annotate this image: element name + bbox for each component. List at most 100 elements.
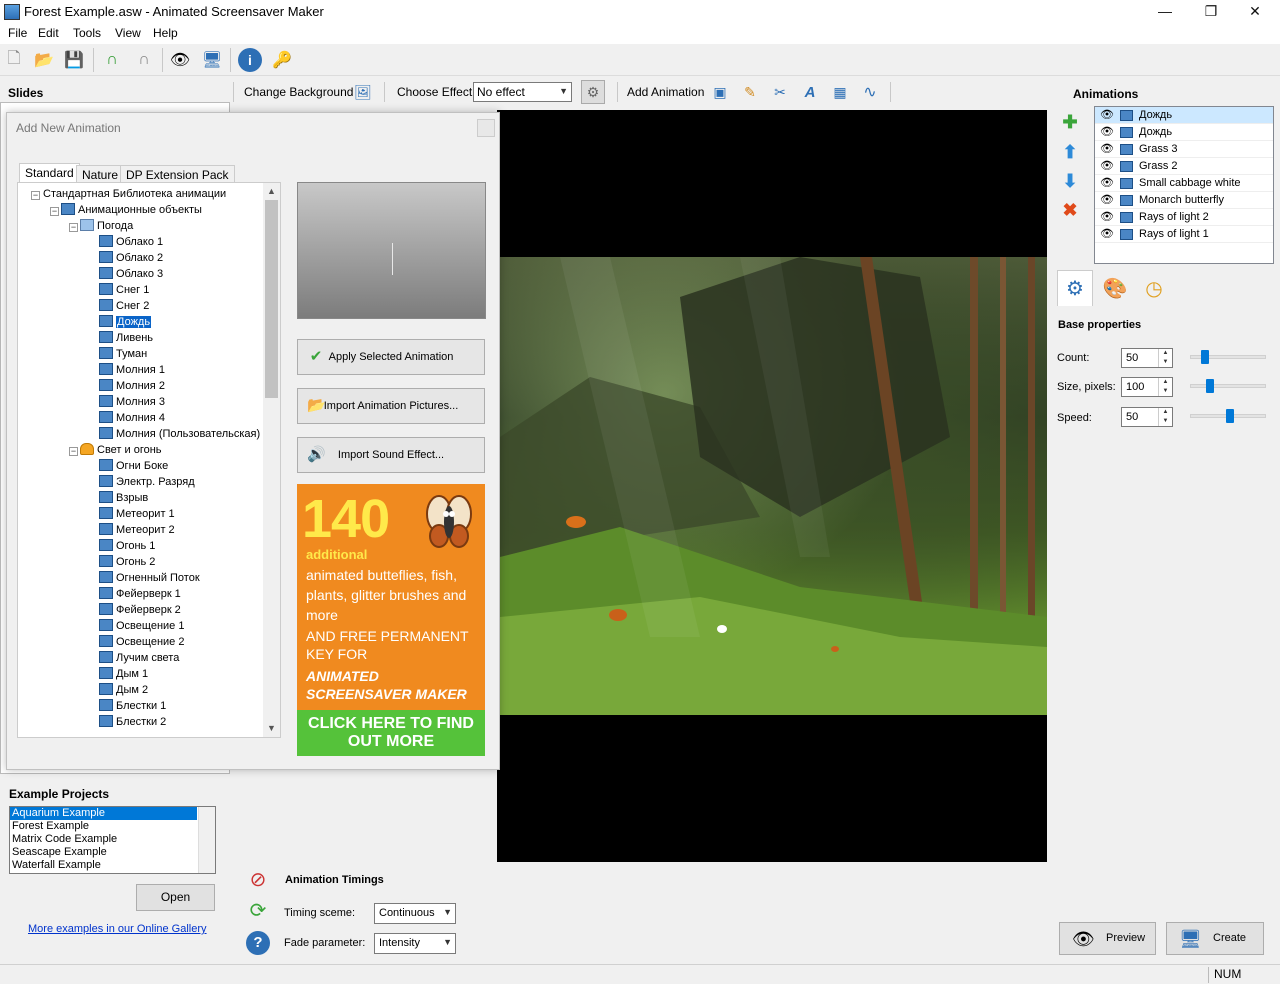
tree-leaf-item[interactable]: Снег 2	[99, 298, 149, 314]
visibility-eye-icon[interactable]: 👁	[1100, 209, 1114, 226]
effect-dropdown[interactable]: No effect ▼	[473, 82, 572, 102]
menu-view[interactable]: View	[115, 26, 141, 40]
minimize-button[interactable]: —	[1142, 0, 1188, 24]
timing-scheme-dropdown[interactable]: Continuous ▼	[374, 903, 456, 924]
tree-leaf-item[interactable]: Молния 1	[99, 362, 165, 378]
wave-icon[interactable]: ∿	[858, 80, 882, 104]
menu-help[interactable]: Help	[153, 26, 178, 40]
move-down-arrow-icon[interactable]: ⬇	[1060, 171, 1080, 191]
collapse-toggle[interactable]: −	[69, 447, 78, 456]
tree-leaf-item[interactable]: Фейерверк 2	[99, 602, 181, 618]
tree-leaf-item[interactable]: Огненный Поток	[99, 570, 200, 586]
tree-leaf-item[interactable]: Блестки 1	[99, 698, 166, 714]
tree-node[interactable]: Анимационные объекты	[61, 202, 202, 218]
tree-leaf-item[interactable]: Взрыв	[99, 490, 148, 506]
animation-list-item[interactable]: 👁 Rays of light 1	[1095, 226, 1273, 243]
slider-knob[interactable]	[1206, 379, 1214, 393]
tree-node-light-fire[interactable]: Свет и огонь	[80, 442, 162, 458]
tree-leaf-item[interactable]: Снег 1	[99, 282, 149, 298]
speed-spinner[interactable]: 50 ▲ ▼	[1121, 407, 1173, 427]
particles-icon[interactable]: ✂	[768, 80, 792, 104]
animation-list-item[interactable]: 👁 Grass 3	[1095, 141, 1273, 158]
tree-node-weather[interactable]: Погода	[80, 218, 133, 234]
animation-list-item[interactable]: 👁 Small cabbage white	[1095, 175, 1273, 192]
tree-leaf-item[interactable]: Электр. Разряд	[99, 474, 195, 490]
list-item[interactable]: Aquarium Example	[10, 807, 197, 820]
menu-tools[interactable]: Tools	[73, 26, 101, 40]
import-animation-pictures-button[interactable]: 📂 Import Animation Pictures...	[297, 388, 485, 424]
animation-list-item[interactable]: 👁 Monarch butterfly	[1095, 192, 1273, 209]
tree-leaf-item[interactable]: Молния 3	[99, 394, 165, 410]
tree-leaf-item[interactable]: Дождь	[99, 314, 152, 330]
tree-leaf-item[interactable]: Молния 4	[99, 410, 165, 426]
visibility-eye-icon[interactable]: 👁	[1100, 226, 1114, 243]
animation-list-item[interactable]: 👁 Дождь	[1095, 107, 1273, 124]
add-animation-film-icon[interactable]: ▣	[708, 80, 732, 104]
add-animation-plus-icon[interactable]: ✚	[1060, 112, 1080, 132]
help-icon[interactable]: ?	[246, 931, 270, 955]
tree-leaf-item[interactable]: Огни Боке	[99, 458, 168, 474]
tree-leaf-item[interactable]: Облако 1	[99, 234, 163, 250]
list-item[interactable]: Waterfall Example	[10, 859, 197, 872]
animation-library-tree[interactable]: − Стандартная Библиотека анимации − Аним…	[17, 182, 281, 738]
promo-cta[interactable]: CLICK HERE TO FIND OUT MORE	[297, 710, 485, 756]
tree-leaf-item[interactable]: Ливень	[99, 330, 153, 346]
chevron-down-icon[interactable]: ▼	[263, 720, 280, 737]
tree-leaf-item[interactable]: Огонь 1	[99, 538, 155, 554]
tree-leaf-item[interactable]: Дым 1	[99, 666, 148, 682]
tree-leaf-item[interactable]: Дым 2	[99, 682, 148, 698]
effect-settings-icon[interactable]: ⚙	[581, 80, 605, 104]
new-file-icon[interactable]: 🗋	[2, 48, 26, 72]
tree-leaf-item[interactable]: Блестки 2	[99, 714, 166, 730]
tab-base-properties[interactable]: ⚙	[1057, 270, 1093, 306]
list-item[interactable]: Matrix Code Example	[10, 833, 197, 846]
fade-parameter-dropdown[interactable]: Intensity ▼	[374, 933, 456, 954]
menu-file[interactable]: File	[8, 26, 27, 40]
tree-leaf-item[interactable]: Облако 3	[99, 266, 163, 282]
visibility-eye-icon[interactable]: 👁	[1100, 124, 1114, 141]
count-spinner[interactable]: 50 ▲ ▼	[1121, 348, 1173, 368]
import-sound-effect-button[interactable]: 🔊 Import Sound Effect...	[297, 437, 485, 473]
key-icon[interactable]: 🔑	[270, 48, 294, 72]
promo-banner[interactable]: 140 additional animated butteflies, fish…	[297, 484, 485, 756]
visibility-eye-icon[interactable]: 👁	[1100, 192, 1114, 209]
visibility-eye-icon[interactable]: 👁	[1100, 158, 1114, 175]
tab-timing[interactable]: ◷	[1136, 270, 1172, 306]
visibility-eye-icon[interactable]: 👁	[1100, 107, 1114, 124]
speed-slider[interactable]	[1190, 409, 1266, 423]
animation-list-item[interactable]: 👁 Grass 2	[1095, 158, 1273, 175]
animation-list-item[interactable]: 👁 Дождь	[1095, 124, 1273, 141]
tree-leaf-item[interactable]: Фейерверк 1	[99, 586, 181, 602]
tab-standard[interactable]: Standard	[19, 163, 80, 184]
chevron-up-icon[interactable]: ▲	[263, 183, 280, 200]
collapse-toggle[interactable]: −	[50, 207, 59, 216]
save-icon[interactable]: 💾	[62, 48, 86, 72]
size-spinner[interactable]: 100 ▲ ▼	[1121, 377, 1173, 397]
tree-leaf-item[interactable]: Метеорит 2	[99, 522, 175, 538]
brush-icon[interactable]: ✎	[738, 80, 762, 104]
move-up-arrow-icon[interactable]: ⬆	[1060, 142, 1080, 162]
animation-list-item[interactable]: 👁 Rays of light 2	[1095, 209, 1273, 226]
preview-eye-icon[interactable]: 👁	[168, 48, 192, 72]
spinner-arrows-icon[interactable]: ▲ ▼	[1158, 408, 1172, 426]
background-image-icon[interactable]: 🖼	[351, 80, 375, 104]
list-scrollbar[interactable]	[198, 807, 215, 873]
monitor-icon[interactable]: 🖥	[200, 48, 224, 72]
tab-nature[interactable]: Nature	[76, 165, 125, 183]
visibility-eye-icon[interactable]: 👁	[1100, 175, 1114, 192]
tree-leaf-item[interactable]: Молния (Пользовательская)	[99, 426, 260, 442]
scroll-thumb[interactable]	[265, 200, 278, 398]
size-slider[interactable]	[1190, 379, 1266, 393]
info-icon[interactable]: i	[238, 48, 262, 72]
spinner-arrows-icon[interactable]: ▲ ▼	[1158, 378, 1172, 396]
tab-dp-extension-pack[interactable]: DP Extension Pack	[120, 165, 235, 183]
tree-scrollbar[interactable]: ▲ ▼	[263, 183, 280, 737]
maximize-button[interactable]: ❐	[1188, 0, 1234, 24]
dialog-close-button[interactable]	[477, 119, 495, 137]
menu-edit[interactable]: Edit	[38, 26, 59, 40]
close-button[interactable]: ✕	[1232, 0, 1278, 24]
open-folder-icon[interactable]: 📂	[32, 48, 56, 72]
list-item[interactable]: Seascape Example	[10, 846, 197, 859]
slider-knob[interactable]	[1201, 350, 1209, 364]
online-gallery-link[interactable]: More examples in our Online Gallery	[28, 923, 207, 935]
